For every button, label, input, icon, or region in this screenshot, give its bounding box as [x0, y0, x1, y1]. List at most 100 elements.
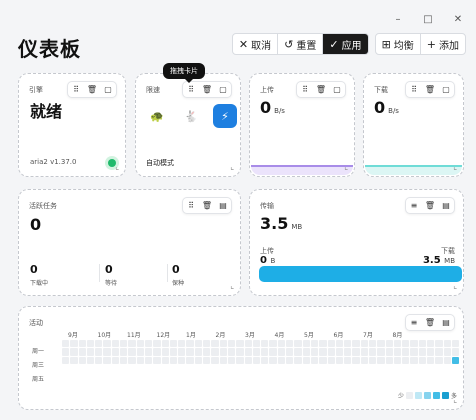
heatmap-cell[interactable]	[144, 340, 153, 348]
heatmap-cell[interactable]	[128, 348, 136, 356]
heatmap-cell[interactable]	[178, 348, 186, 356]
resize-handle-icon[interactable]: ⌟	[453, 400, 462, 404]
heatmap-cell[interactable]	[244, 356, 252, 364]
heatmap-cell[interactable]	[161, 348, 169, 356]
heatmap-cell[interactable]	[319, 356, 327, 364]
size-icon[interactable]: ▢	[215, 81, 231, 98]
heatmap-cell[interactable]	[302, 356, 310, 364]
heatmap-cell[interactable]	[169, 340, 178, 348]
heatmap-cell[interactable]	[244, 340, 252, 348]
size-icon[interactable]: ▢	[438, 81, 454, 98]
heatmap-cell[interactable]	[418, 356, 427, 364]
heatmap-cell[interactable]	[136, 356, 144, 364]
heatmap-cell[interactable]	[78, 356, 86, 364]
heatmap-cell[interactable]	[70, 348, 78, 356]
delete-icon[interactable]: 🗑	[199, 81, 215, 98]
rabbit-icon[interactable]: 🐇	[179, 104, 203, 128]
heatmap-cell[interactable]	[111, 356, 120, 364]
heatmap-cell[interactable]	[120, 356, 128, 364]
heatmap-cell[interactable]	[161, 340, 169, 348]
heatmap-cell[interactable]	[269, 348, 277, 356]
heatmap-cell[interactable]	[377, 356, 385, 364]
heatmap-cell[interactable]	[435, 356, 443, 364]
reset-button[interactable]: ↺ 重置	[278, 34, 324, 54]
heatmap-cell[interactable]	[277, 356, 286, 364]
heatmap-cell[interactable]	[236, 356, 244, 364]
heatmap-cell[interactable]	[95, 356, 103, 364]
heatmap-cell[interactable]	[344, 348, 352, 356]
heatmap-cell[interactable]	[360, 356, 368, 364]
heatmap-cell[interactable]	[62, 356, 70, 364]
heatmap-cell[interactable]	[402, 340, 410, 348]
heatmap-cell[interactable]	[352, 348, 360, 356]
heatmap-cell[interactable]	[111, 348, 120, 356]
delete-icon[interactable]: 🗑	[84, 81, 100, 98]
heatmap-cell[interactable]	[451, 348, 460, 356]
heatmap-cell[interactable]	[103, 348, 111, 356]
heatmap-cell[interactable]	[286, 340, 294, 348]
heatmap-cell[interactable]	[352, 340, 360, 348]
heatmap-cell[interactable]	[352, 356, 360, 364]
size-icon[interactable]: ▤	[438, 197, 454, 214]
heatmap-cell[interactable]	[86, 356, 95, 364]
heatmap-cell[interactable]	[120, 348, 128, 356]
heatmap-cell[interactable]	[294, 356, 302, 364]
heatmap-cell[interactable]	[443, 348, 451, 356]
heatmap-cell[interactable]	[344, 356, 352, 364]
heatmap-cell[interactable]	[443, 356, 451, 364]
active-tasks-card[interactable]: 活跃任务 ⠿ 🗑 ▤ 0 0 下载中 0 等待 0 保种 ⌟	[18, 189, 241, 296]
heatmap-cell[interactable]	[211, 356, 219, 364]
heatmap-cell[interactable]	[144, 356, 153, 364]
heatmap-cell[interactable]	[269, 356, 277, 364]
size-icon[interactable]: ▤	[438, 314, 454, 331]
heatmap-cell[interactable]	[194, 340, 203, 348]
heatmap-cell[interactable]	[427, 356, 435, 364]
heatmap-cell[interactable]	[294, 348, 302, 356]
size-icon[interactable]: ▢	[100, 81, 116, 98]
resize-handle-icon[interactable]: ⌟	[230, 167, 239, 171]
heatmap-cell[interactable]	[128, 340, 136, 348]
heatmap-cell[interactable]	[310, 340, 319, 348]
heatmap-cell[interactable]	[427, 340, 435, 348]
heatmap-cell[interactable]	[153, 340, 161, 348]
heatmap-cell[interactable]	[203, 348, 211, 356]
turtle-icon[interactable]: 🐢	[145, 104, 169, 128]
heatmap-cell[interactable]	[410, 340, 418, 348]
heatmap-cell[interactable]	[335, 340, 344, 348]
close-button[interactable]: ✕	[452, 14, 464, 25]
heatmap-cell[interactable]	[385, 356, 393, 364]
heatmap-cell[interactable]	[377, 340, 385, 348]
heatmap-cell[interactable]	[427, 348, 435, 356]
heatmap-cell[interactable]	[219, 356, 227, 364]
heatmap-cell[interactable]	[286, 356, 294, 364]
size-icon[interactable]: ▤	[215, 197, 231, 214]
auto-mode-icon[interactable]: ⚡	[213, 104, 237, 128]
heatmap-cell[interactable]	[286, 348, 294, 356]
download-card[interactable]: 下载 ⠿ 🗑 ▢ 0 B/s ⌟	[363, 73, 464, 177]
heatmap-cell[interactable]	[443, 340, 451, 348]
heatmap-cell[interactable]	[261, 340, 269, 348]
drag-handle-icon[interactable]: ⠿	[183, 197, 199, 214]
heatmap-cell[interactable]	[451, 356, 460, 364]
heatmap-cell[interactable]	[153, 356, 161, 364]
delete-icon[interactable]: 🗑	[422, 197, 438, 214]
heatmap-cell[interactable]	[302, 340, 310, 348]
heatmap-cell[interactable]	[435, 348, 443, 356]
engine-card[interactable]: 引擎 ⠿ 🗑 ▢ 就绪 aria2 v1.37.0 ⌟	[18, 73, 126, 177]
heatmap-cell[interactable]	[111, 340, 120, 348]
heatmap-cell[interactable]	[368, 356, 377, 364]
heatmap-cell[interactable]	[78, 340, 86, 348]
heatmap-cell[interactable]	[136, 340, 144, 348]
heatmap-cell[interactable]	[393, 340, 402, 348]
heatmap-cell[interactable]	[319, 348, 327, 356]
heatmap-cell[interactable]	[236, 348, 244, 356]
heatmap-cell[interactable]	[344, 340, 352, 348]
resize-handle-icon[interactable]: ⌟	[453, 286, 462, 290]
heatmap-cell[interactable]	[186, 348, 194, 356]
heatmap-cell[interactable]	[203, 356, 211, 364]
heatmap-cell[interactable]	[86, 348, 95, 356]
drag-handle-icon[interactable]: ⠿	[297, 81, 313, 98]
heatmap-cell[interactable]	[227, 356, 236, 364]
heatmap-cell[interactable]	[169, 348, 178, 356]
heatmap-cell[interactable]	[335, 348, 344, 356]
